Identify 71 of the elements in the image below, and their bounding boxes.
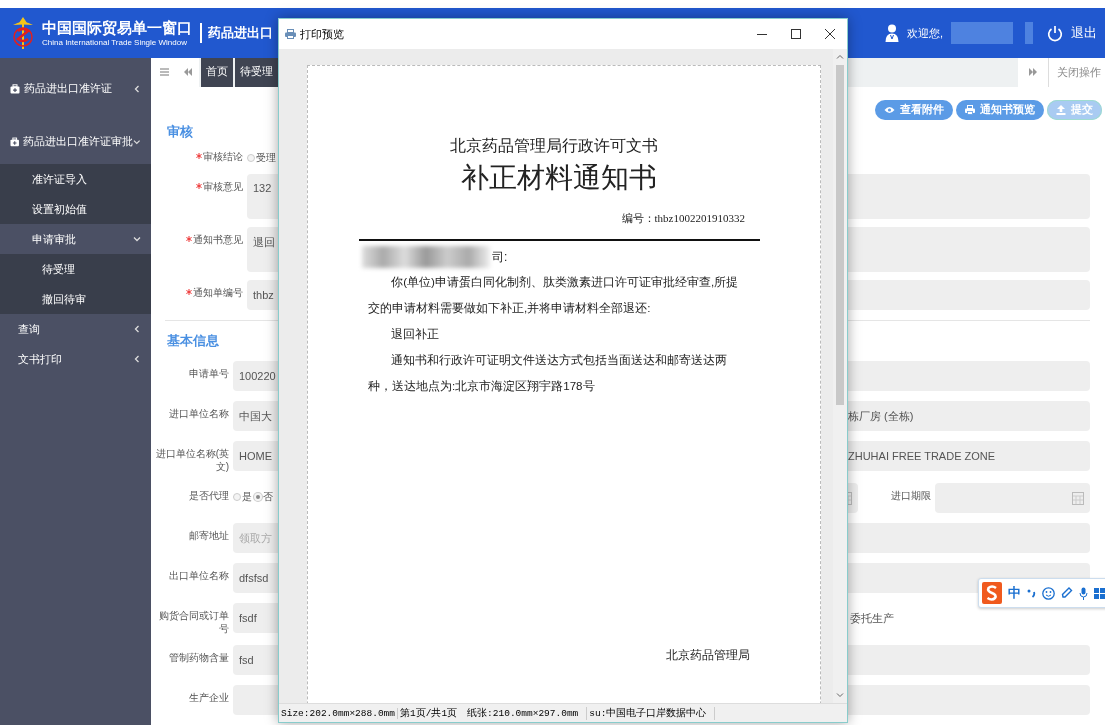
option-label: 委托生产 (850, 611, 895, 626)
paragraph: 退回补正 (390, 326, 441, 342)
site-title: 中国国际贸易单一窗口 (42, 18, 192, 37)
field-label: 邮寄地址 (189, 529, 229, 542)
status-text: su:中国电子口岸数据中心 (587, 706, 716, 720)
field-label: 是否代理 (189, 489, 229, 502)
status-text: 第1页/共1页 (399, 706, 459, 720)
printer-icon (965, 104, 975, 115)
field-label: 申请单号 (189, 367, 229, 380)
redacted-block (1025, 22, 1033, 44)
status-text: 纸张:210.0mm×297.0mm (465, 706, 588, 720)
sidebar-item[interactable]: 设置初始值 (0, 194, 151, 224)
input-mode-toggle[interactable]: 中 (1008, 584, 1021, 602)
section-title: 审核 (167, 123, 193, 141)
close-icon[interactable] (825, 29, 835, 39)
signature-text: 北京药品管理局 (665, 647, 750, 664)
sidebar-item[interactable]: 撤回待审 (0, 284, 151, 314)
smiley-icon[interactable] (1042, 586, 1055, 600)
radio-option[interactable]: 否 (254, 490, 273, 504)
field-label: 生产企业 (189, 691, 229, 704)
paragraph: 你(单位)申请蛋白同化制剂、肽类激素进口许可证审批经审查,所提交的申请材料需要做如下补正,并将申请材料全部退还: (368, 274, 740, 316)
user-icon (884, 24, 899, 42)
status-text: Size:202.0mm×288.0mm (279, 707, 398, 719)
sidebar-item[interactable]: 药品进出口准许证 (0, 58, 151, 120)
pen-icon[interactable] (1061, 587, 1073, 599)
sidebar-item[interactable]: 查询 (0, 314, 151, 344)
close-tabs-button[interactable]: 关闭操作 (1048, 58, 1105, 87)
section-title: 基本信息 (167, 332, 219, 350)
field-label: 进口期限 (890, 489, 932, 503)
field-label: 出口单位名称 (169, 569, 229, 582)
radio-option[interactable]: 是 (233, 490, 252, 504)
field-label: 进口单位名称(英文) (154, 447, 229, 473)
logo-icon (10, 15, 36, 51)
sidebar-item[interactable]: 文书打印 (0, 344, 151, 374)
double-right-icon[interactable] (1018, 58, 1048, 87)
field-label: 管制药物含量 (169, 651, 229, 664)
maximize-icon[interactable] (791, 29, 801, 39)
briefcase-icon (10, 84, 20, 94)
paragraph: 通知书和行政许可证明文件送达方式包括当面送达和邮寄送达两种，送达地点为:北京市海淀区翔宇路178号 (368, 352, 729, 394)
site-subtitle: China International Trade Single Window (42, 37, 188, 48)
field-label: 通知书意见 (193, 233, 243, 246)
salutation-text: 司: (492, 248, 508, 266)
page-tab[interactable]: 待受理 (235, 58, 278, 87)
field-label: 进口单位名称 (169, 407, 229, 420)
upload-icon (1056, 104, 1066, 115)
sidebar-item[interactable]: 准许证导入 (0, 164, 151, 194)
window-title: 打印预览 (300, 26, 344, 42)
field-label: 审核意见 (203, 180, 243, 193)
document-header: 北京药品管理局行政许可文书 (449, 136, 659, 156)
power-icon[interactable] (1047, 24, 1063, 42)
grid-icon[interactable] (1094, 587, 1105, 599)
module-title: 药品进出口 (208, 24, 273, 42)
field-label: 审核结论 (203, 150, 243, 163)
field-label: 通知单编号 (193, 286, 243, 299)
eye-icon (884, 105, 895, 114)
welcome-text: 欢迎您, (906, 25, 943, 41)
logout-link[interactable]: 退出 (1071, 24, 1097, 42)
document-number: 编号：thbz1002201910332 (620, 211, 745, 226)
sidebar-item[interactable]: 药品进出口准许证审批 (0, 120, 151, 164)
document-title: 补正材料通知书 (460, 161, 658, 195)
microphone-icon[interactable] (1079, 586, 1088, 600)
sidebar-item[interactable]: 待受理 (0, 254, 151, 284)
printer-icon (285, 29, 296, 39)
date-field[interactable] (935, 483, 1090, 513)
radio-option[interactable]: 受理 (247, 151, 276, 165)
page-tab[interactable]: 首页 (201, 58, 233, 87)
redacted-block (951, 22, 1013, 44)
field-label: 购货合同或订单号 (158, 609, 229, 635)
ime-logo-icon[interactable] (982, 582, 1002, 604)
briefcase-icon (10, 137, 20, 147)
punctuation-icon[interactable] (1027, 588, 1036, 598)
